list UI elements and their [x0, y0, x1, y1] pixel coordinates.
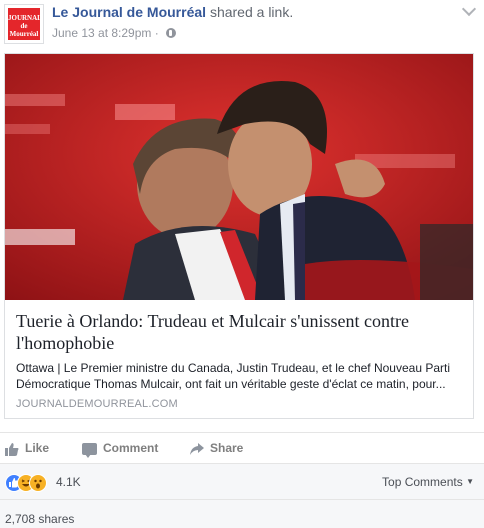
- meta-separator: ·: [154, 26, 159, 40]
- share-button[interactable]: Share: [190, 439, 243, 459]
- logo-line-1: JOURNAL: [8, 14, 42, 22]
- thumbs-up-icon: [5, 442, 19, 456]
- logo-line-3: Mourréal: [9, 30, 39, 38]
- link-title[interactable]: Tuerie à Orlando: Trudeau et Mulcair s'u…: [16, 310, 464, 354]
- reaction-icons[interactable]: [5, 474, 55, 492]
- wow-icon: [29, 474, 47, 492]
- reaction-count[interactable]: 4.1K: [56, 475, 81, 489]
- chevron-down-icon[interactable]: [461, 1, 477, 17]
- logo-line-2: de: [20, 22, 28, 30]
- journal-logo: JOURNAL de Mourréal: [8, 8, 42, 40]
- author-line: Le Journal de Mourréal shared a link.: [52, 4, 293, 21]
- link-description[interactable]: Ottawa | Le Premier ministre du Canada, …: [16, 360, 464, 392]
- link-photo: [5, 54, 473, 300]
- action-bar: Like Comment Share: [0, 432, 484, 463]
- post-timestamp[interactable]: June 13 at 8:29pm: [52, 26, 151, 40]
- share-label: Share: [210, 441, 244, 455]
- top-comments-label: Top Comments: [382, 475, 463, 489]
- shares-bar: 2,708 shares: [0, 499, 484, 528]
- share-count[interactable]: 2,708 shares: [5, 512, 74, 526]
- post-meta: June 13 at 8:29pm ·: [52, 25, 177, 41]
- link-domain: JOURNALDEMOURREAL.COM: [16, 398, 178, 410]
- like-label: Like: [25, 441, 50, 455]
- link-card[interactable]: Tuerie à Orlando: Trudeau et Mulcair s'u…: [4, 53, 474, 419]
- post-header: JOURNAL de Mourréal Le Journal de Mourré…: [0, 0, 484, 50]
- author-action: shared a: [209, 4, 265, 20]
- share-arrow-icon: [190, 442, 204, 455]
- top-comments-dropdown[interactable]: Top Comments ▼: [382, 475, 474, 489]
- author-name-link[interactable]: Le Journal de Mourréal: [52, 4, 206, 20]
- comment-label: Comment: [103, 441, 159, 455]
- comment-icon: [82, 442, 97, 458]
- comment-button[interactable]: Comment: [82, 439, 158, 459]
- link-image[interactable]: [5, 54, 473, 300]
- like-button[interactable]: Like: [5, 439, 49, 459]
- page-avatar[interactable]: JOURNAL de Mourréal: [4, 4, 44, 44]
- reactions-bar: 4.1K Top Comments ▼: [0, 463, 484, 500]
- globe-icon[interactable]: [166, 28, 177, 38]
- caret-down-icon: ▼: [466, 477, 474, 486]
- shared-link-text[interactable]: link.: [268, 4, 293, 20]
